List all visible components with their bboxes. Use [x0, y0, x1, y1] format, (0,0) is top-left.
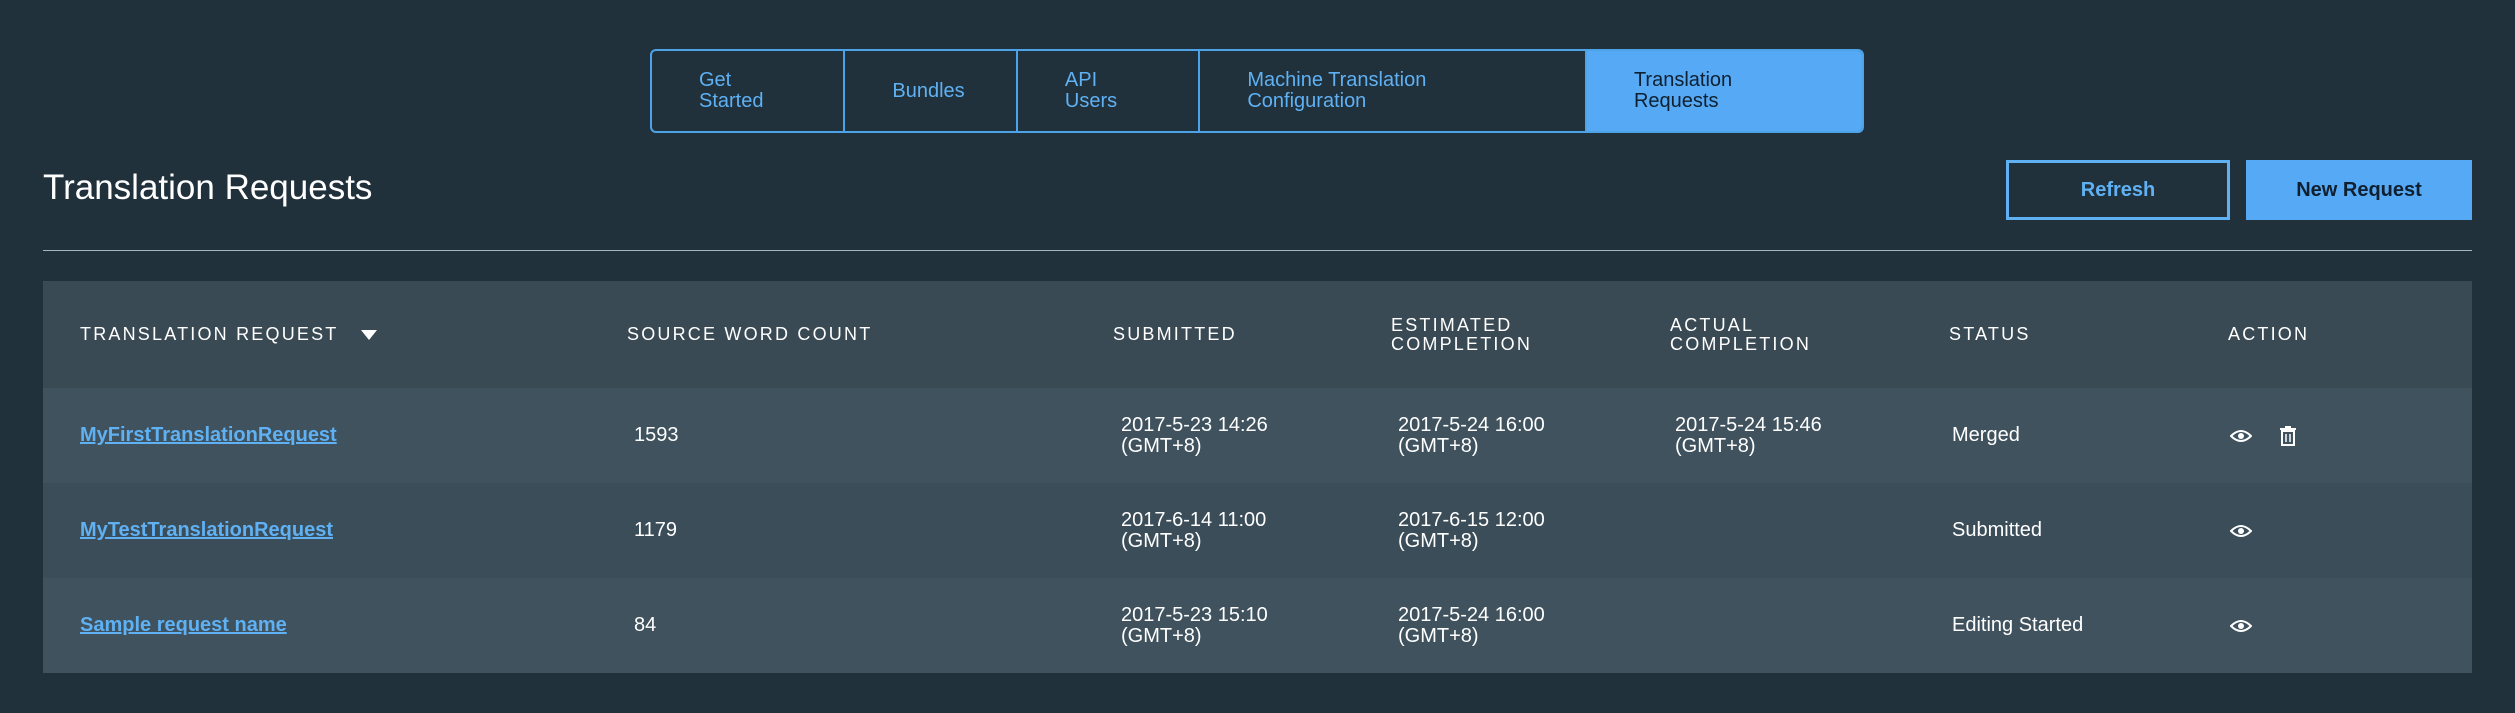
tab-get-started[interactable]: Get Started [652, 51, 846, 131]
estimated-cell: 2017-5-24 16:00 (GMT+8) [1398, 413, 1545, 457]
tab-translation-requests[interactable]: Translation Requests [1586, 51, 1862, 131]
actual-cell: 2017-5-24 15:46 (GMT+8) [1675, 413, 1822, 457]
tab-label: Translation Requests [1633, 69, 1733, 112]
header-divider [43, 250, 2472, 251]
tab-bundles[interactable]: Bundles [845, 51, 1018, 131]
column-header-label: SOURCE WORD COUNT [627, 324, 873, 344]
tab-label: Machine Translation Configuration [1247, 69, 1427, 112]
table-row: MyTestTranslationRequest 1179 2017-6-14 … [43, 483, 2472, 578]
column-header-label: ACTUAL COMPLETION [1670, 314, 1812, 354]
submitted-cell: 2017-5-23 14:26 (GMT+8) [1121, 413, 1268, 457]
table-row: MyFirstTranslationRequest 1593 2017-5-23… [43, 388, 2472, 483]
sort-descending-icon[interactable] [360, 329, 377, 340]
column-header-request[interactable]: TRANSLATION REQUEST [80, 281, 377, 388]
status-cell: Submitted [1952, 519, 2043, 541]
column-header-estimated: ESTIMATED COMPLETION [1391, 281, 1532, 388]
column-header-action: ACTION [2228, 281, 2309, 388]
status-cell: Editing Started [1952, 614, 2084, 636]
tab-label: API Users [1064, 69, 1118, 112]
column-header-label: ESTIMATED COMPLETION [1391, 314, 1533, 354]
table-header-row: TRANSLATION REQUEST SOURCE WORD COUNT SU… [43, 281, 2472, 388]
word-count-cell: 84 [634, 614, 657, 636]
column-header-actual: ACTUAL COMPLETION [1670, 281, 1811, 388]
page-title: Translation Requests [43, 168, 373, 207]
column-header-submitted: SUBMITTED [1113, 281, 1237, 388]
column-header-label: SUBMITTED [1113, 324, 1237, 344]
eye-icon[interactable] [2230, 429, 2252, 443]
column-header-label: TRANSLATION REQUEST [80, 324, 339, 344]
eye-icon[interactable] [2230, 619, 2252, 633]
word-count-cell: 1179 [634, 519, 678, 541]
column-header-label: ACTION [2228, 324, 2310, 344]
estimated-cell: 2017-6-15 12:00 (GMT+8) [1398, 508, 1545, 552]
column-header-label: STATUS [1949, 324, 2031, 344]
column-header-word-count: SOURCE WORD COUNT [627, 281, 872, 388]
submitted-cell: 2017-5-23 15:10 (GMT+8) [1121, 603, 1268, 647]
estimated-cell: 2017-5-24 16:00 (GMT+8) [1398, 603, 1545, 647]
eye-icon[interactable] [2230, 524, 2252, 538]
request-name-link[interactable]: MyFirstTranslationRequest [80, 425, 337, 446]
trash-icon[interactable] [2280, 425, 2296, 446]
request-name-link[interactable]: MyTestTranslationRequest [80, 520, 333, 541]
new-request-button[interactable]: New Request [2246, 160, 2472, 220]
status-cell: Merged [1952, 424, 2020, 446]
tab-machine-translation-configuration[interactable]: Machine Translation Configuration [1200, 51, 1587, 131]
table-row: Sample request name 84 2017-5-23 15:10 (… [43, 578, 2472, 673]
top-tabs: Get Started Bundles API Users Machine Tr… [650, 49, 1864, 133]
tab-api-users[interactable]: API Users [1018, 51, 1201, 131]
column-header-status: STATUS [1949, 281, 2031, 388]
tab-label: Bundles [892, 79, 965, 102]
submitted-cell: 2017-6-14 11:00 (GMT+8) [1121, 508, 1267, 552]
refresh-button[interactable]: Refresh [2006, 160, 2230, 220]
tab-label: Get Started [699, 69, 764, 112]
word-count-cell: 1593 [634, 424, 679, 446]
translation-requests-table: TRANSLATION REQUEST SOURCE WORD COUNT SU… [43, 281, 2472, 673]
request-name-link[interactable]: Sample request name [80, 615, 287, 636]
